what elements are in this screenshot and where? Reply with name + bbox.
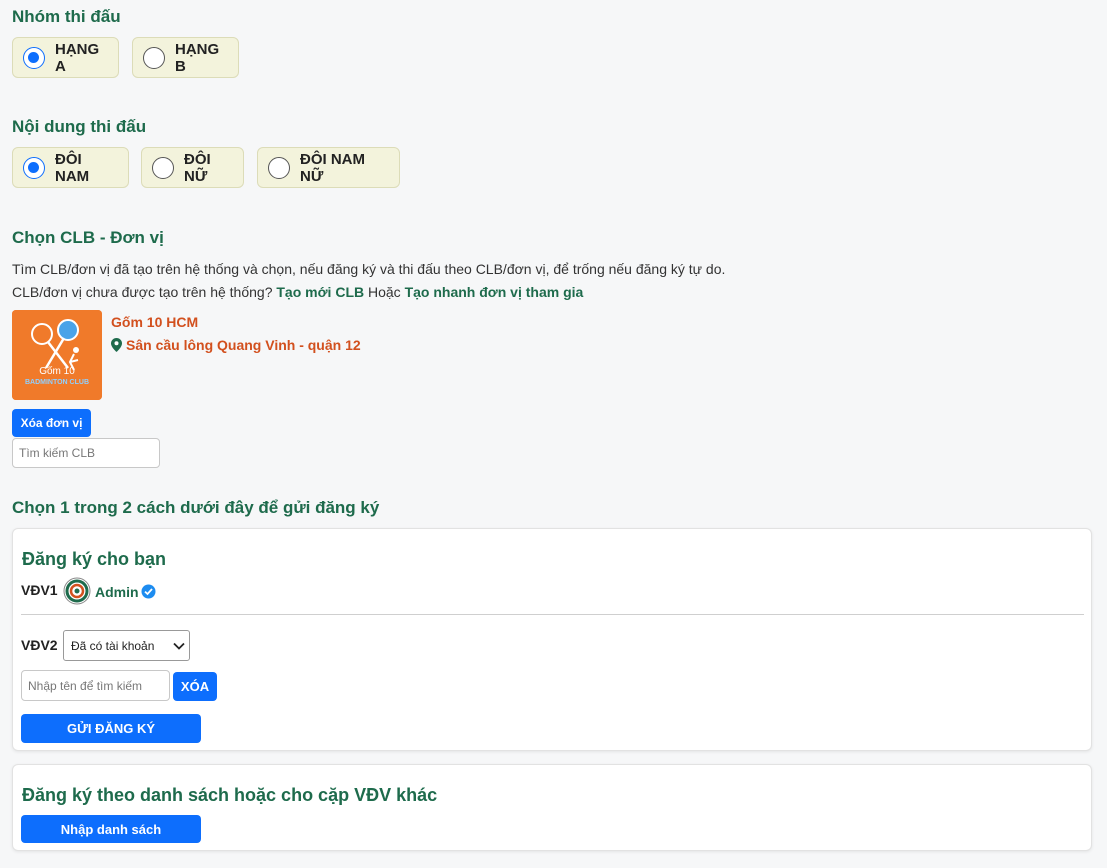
divider xyxy=(21,614,1084,615)
club-logo: Gốm 10 BADMINTON CLUB xyxy=(12,310,102,400)
verified-icon xyxy=(141,584,156,604)
self-register-title: Đăng ký cho bạn xyxy=(22,549,167,569)
vdv2-label: VĐV2 xyxy=(21,637,58,653)
list-register-card: Đăng ký theo danh sách hoặc cho cặp VĐV … xyxy=(12,764,1092,851)
club-search-input[interactable] xyxy=(12,438,160,468)
clear-search-button[interactable]: XÓA xyxy=(173,672,217,701)
or-text: Hoặc xyxy=(368,284,401,300)
list-register-title: Đăng ký theo danh sách hoặc cho cặp VĐV … xyxy=(22,785,438,805)
radio-hang-b[interactable]: HẠNG B xyxy=(132,37,239,78)
club-name[interactable]: Gốm 10 HCM xyxy=(111,314,198,330)
chevron-down-icon xyxy=(173,642,185,650)
import-list-button[interactable]: Nhập danh sách xyxy=(21,815,201,843)
radio-unchecked-icon[interactable] xyxy=(143,46,165,69)
map-pin-icon xyxy=(111,338,122,352)
radio-label: ĐÔI NỮ xyxy=(184,150,211,185)
register-section-title: Chọn 1 trong 2 cách dưới đây để gửi đăng… xyxy=(12,498,380,517)
logo-text-line2: BADMINTON CLUB xyxy=(25,379,89,386)
vdv1-name[interactable]: Admin xyxy=(95,584,139,600)
radio-checked-icon[interactable] xyxy=(23,156,45,179)
club-venue-text: Sân cầu lông Quang Vinh - quận 12 xyxy=(126,337,361,353)
radio-hang-a[interactable]: HẠNG A xyxy=(12,37,119,78)
remove-unit-button[interactable]: Xóa đơn vị xyxy=(12,409,91,437)
content-section-title: Nội dung thi đấu xyxy=(12,117,147,136)
radio-doi-nam[interactable]: ĐÔI NAM xyxy=(12,147,129,188)
radio-doi-nam-nu[interactable]: ĐÔI NAM NỮ xyxy=(257,147,400,188)
create-club-link[interactable]: Tạo mới CLB xyxy=(276,284,364,300)
self-register-card: Đăng ký cho bạn VĐV1 Admin VĐV2 Đã có tà… xyxy=(12,528,1092,751)
radio-unchecked-icon[interactable] xyxy=(152,156,174,179)
not-created-text: CLB/đơn vị chưa được tạo trên hệ thống? xyxy=(12,284,273,300)
group-section-title: Nhóm thi đấu xyxy=(12,7,121,26)
radio-label: ĐÔI NAM NỮ xyxy=(300,150,365,185)
vdv2-select-value: Đã có tài khoản xyxy=(71,638,155,653)
radio-unchecked-icon[interactable] xyxy=(268,156,290,179)
radio-label: HẠNG B xyxy=(175,40,220,75)
logo-text-line1: Gốm 10 xyxy=(39,365,75,377)
vdv2-name-search-input[interactable] xyxy=(21,670,170,701)
badminton-logo-icon: Gốm 10 BADMINTON CLUB xyxy=(12,310,102,400)
radio-doi-nu[interactable]: ĐÔI NỮ xyxy=(141,147,244,188)
admin-avatar-icon xyxy=(63,577,91,605)
radio-label: HẠNG A xyxy=(55,40,100,75)
avatar xyxy=(63,577,91,605)
quick-create-unit-link[interactable]: Tạo nhanh đơn vị tham gia xyxy=(405,284,584,300)
vdv2-account-select[interactable]: Đã có tài khoản xyxy=(63,630,190,661)
vdv1-label: VĐV1 xyxy=(21,582,58,598)
submit-registration-button[interactable]: GỬI ĐĂNG KÝ xyxy=(21,714,201,743)
club-section-title: Chọn CLB - Đơn vị xyxy=(12,228,164,247)
club-create-line: CLB/đơn vị chưa được tạo trên hệ thống? … xyxy=(12,284,583,300)
club-venue: Sân cầu lông Quang Vinh - quận 12 xyxy=(111,337,361,353)
radio-checked-icon[interactable] xyxy=(23,46,45,69)
club-help-text: Tìm CLB/đơn vị đã tạo trên hệ thống và c… xyxy=(12,261,726,277)
radio-label: ĐÔI NAM xyxy=(55,150,90,185)
